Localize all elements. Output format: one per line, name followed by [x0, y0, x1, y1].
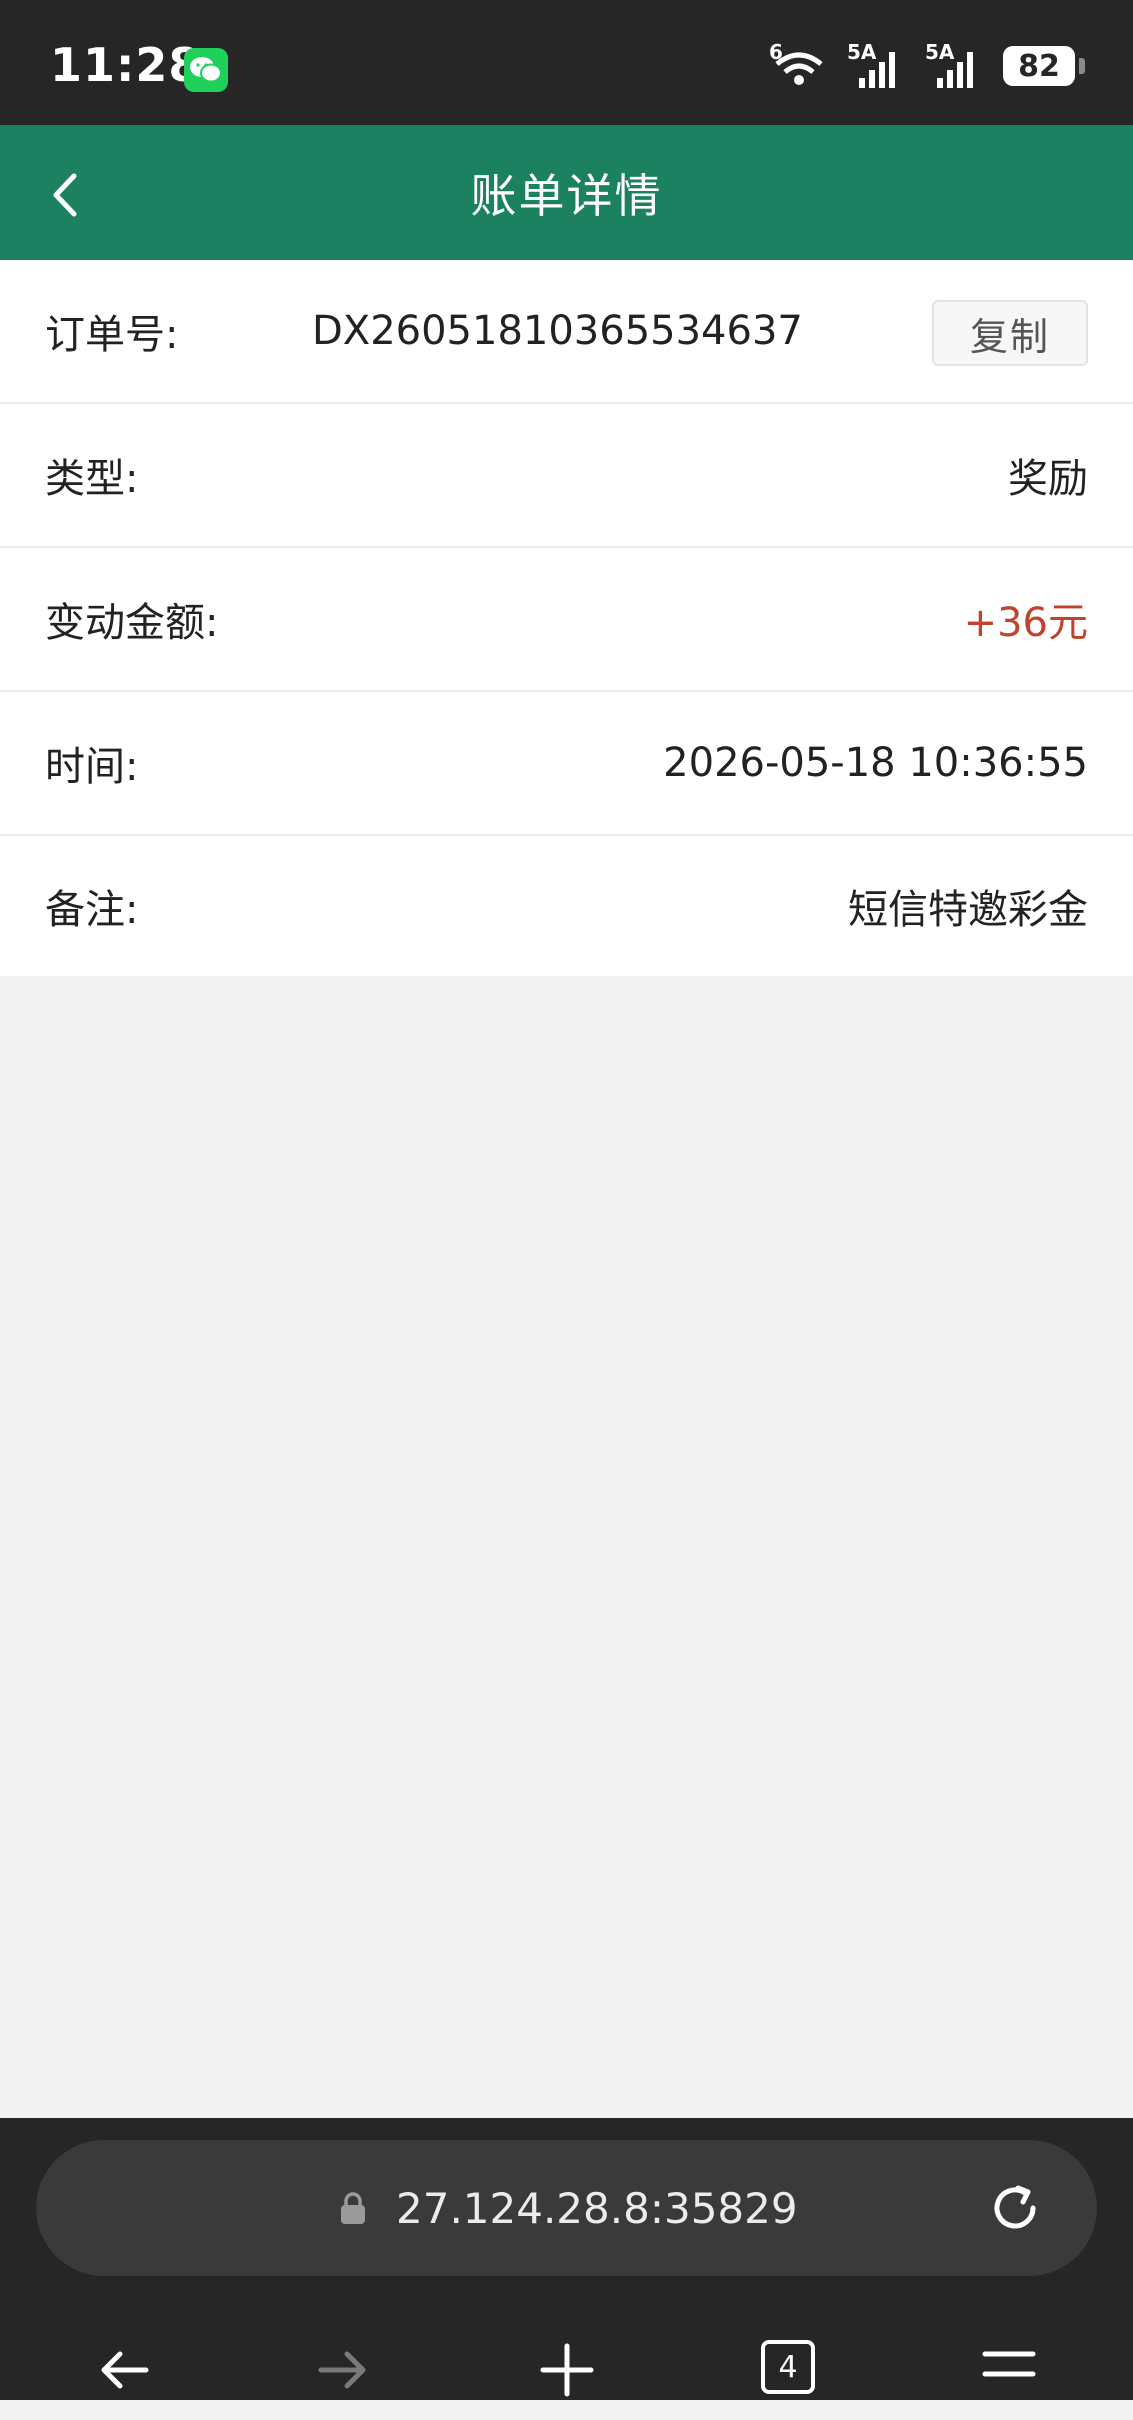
lock-icon — [341, 2192, 365, 2224]
back-button[interactable] — [26, 155, 106, 235]
network-label-2: 5A — [925, 40, 955, 64]
browser-nav: 4 — [0, 2318, 1133, 2400]
note-label: 备注: — [45, 887, 139, 933]
battery-tip — [1079, 58, 1085, 74]
app-header: 账单详情 — [0, 125, 1133, 260]
time-value: 2026-05-18 10:36:55 — [663, 740, 1088, 786]
menu-icon — [982, 2351, 1036, 2377]
type-value: 奖励 — [1008, 456, 1088, 502]
tab-count: 4 — [761, 2340, 815, 2394]
arrow-left-icon — [101, 2351, 149, 2389]
arrow-right-icon — [318, 2351, 366, 2389]
amount-label: 变动金额: — [45, 600, 219, 646]
bill-details: 订单号: DX26051810365534637 复制 类型: 奖励 变动金额:… — [0, 260, 1133, 976]
reload-icon[interactable] — [985, 2178, 1045, 2238]
status-time: 11:28 — [50, 38, 202, 92]
status-indicators: 6 5A 5A 82 — [769, 40, 1085, 90]
status-bar: 11:28 6 5A 5A 82 — [0, 0, 1133, 125]
amount-value: +36元 — [963, 600, 1088, 646]
order-number-label: 订单号: — [45, 312, 179, 358]
copy-button[interactable]: 复制 — [932, 300, 1088, 366]
url-text: 27.124.28.8:35829 — [396, 2183, 798, 2233]
note-row: 备注: 短信特邀彩金 — [0, 836, 1133, 976]
browser-forward-button[interactable] — [303, 2340, 383, 2420]
tabs-button[interactable]: 4 — [748, 2340, 828, 2420]
page-title: 账单详情 — [470, 168, 663, 223]
wifi-icon: 6 — [769, 40, 829, 90]
amount-row: 变动金额: +36元 — [0, 548, 1133, 692]
time-label: 时间: — [45, 744, 139, 790]
browser-toolbar: 27.124.28.8:35829 4 — [0, 2118, 1133, 2400]
address-bar[interactable]: 27.124.28.8:35829 — [36, 2140, 1097, 2276]
type-label: 类型: — [45, 456, 139, 502]
time-row: 时间: 2026-05-18 10:36:55 — [0, 692, 1133, 836]
network-label-1: 5A — [847, 40, 877, 64]
plus-icon — [540, 2343, 594, 2397]
type-row: 类型: 奖励 — [0, 404, 1133, 548]
order-number-value: DX26051810365534637 — [312, 308, 803, 354]
signal-icon-2: 5A — [925, 40, 985, 90]
note-value: 短信特邀彩金 — [848, 887, 1088, 933]
wechat-icon — [184, 48, 228, 92]
menu-button[interactable] — [969, 2340, 1049, 2420]
browser-back-button[interactable] — [84, 2340, 164, 2420]
wifi-label: 6 — [769, 40, 783, 64]
battery-icon: 82 — [1003, 46, 1075, 86]
new-tab-button[interactable] — [527, 2340, 607, 2420]
chevron-left-icon — [53, 173, 77, 217]
order-number-row: 订单号: DX26051810365534637 复制 — [0, 260, 1133, 404]
signal-icon-1: 5A — [847, 40, 907, 90]
